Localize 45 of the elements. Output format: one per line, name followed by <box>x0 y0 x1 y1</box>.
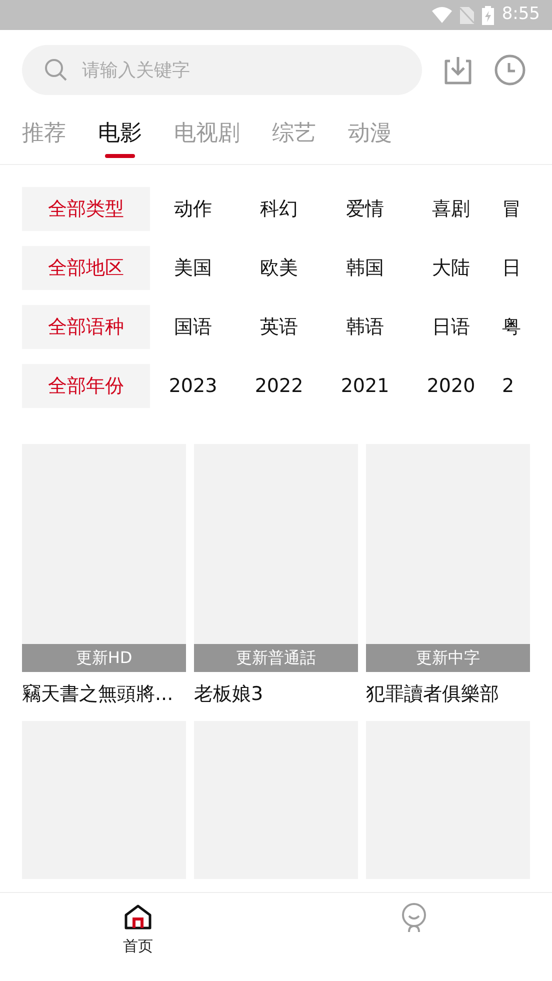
filter-option[interactable]: 全部地区 <box>22 246 150 290</box>
filter-option[interactable]: 英语 <box>236 305 322 349</box>
wifi-icon <box>432 7 452 23</box>
filter-option[interactable]: 2021 <box>322 364 408 408</box>
filter-option[interactable]: 动作 <box>150 187 236 231</box>
filter-option[interactable]: 韩语 <box>322 305 408 349</box>
search-icon <box>44 58 68 82</box>
filter-option[interactable]: 国语 <box>150 305 236 349</box>
movie-title[interactable]: 犯罪讀者俱樂部 <box>366 680 530 708</box>
home-icon <box>123 903 153 931</box>
poster-placeholder[interactable] <box>22 444 186 644</box>
poster-placeholder[interactable] <box>194 444 358 644</box>
filter-option[interactable]: 韩国 <box>322 246 408 290</box>
update-label: 更新普通話 <box>194 644 358 672</box>
filter-option[interactable]: 全部年份 <box>22 364 150 408</box>
filter-option[interactable]: 粤 <box>494 305 552 349</box>
filter-option[interactable]: 喜剧 <box>408 187 494 231</box>
filter-option[interactable]: 全部语种 <box>22 305 150 349</box>
filter-option[interactable]: 科幻 <box>236 187 322 231</box>
update-label: 更新中字 <box>366 644 530 672</box>
filter-option[interactable]: 2022 <box>236 364 322 408</box>
poster-placeholder[interactable] <box>366 444 530 644</box>
download-button[interactable] <box>442 54 474 86</box>
history-button[interactable] <box>494 54 526 86</box>
movie-title[interactable]: 竊天書之無頭將... <box>22 680 186 708</box>
filter-option[interactable]: 冒 <box>494 187 552 231</box>
filter-option[interactable]: 2020 <box>408 364 494 408</box>
update-label: 更新HD <box>22 644 186 672</box>
battery-icon <box>482 6 494 24</box>
filter-option[interactable]: 爱情 <box>322 187 408 231</box>
filter-option[interactable]: 欧美 <box>236 246 322 290</box>
filter-option[interactable]: 日语 <box>408 305 494 349</box>
filter-option[interactable]: 大陆 <box>408 246 494 290</box>
person-icon <box>401 903 427 933</box>
filter-option[interactable]: 2023 <box>150 364 236 408</box>
filter-option[interactable]: 全部类型 <box>22 187 150 231</box>
filter-option[interactable]: 美国 <box>150 246 236 290</box>
no-sim-icon <box>460 6 474 24</box>
clock-text: 8:55 <box>502 3 540 26</box>
filter-option[interactable]: 2 <box>494 364 552 408</box>
filter-option[interactable]: 日 <box>494 246 552 290</box>
search-field[interactable]: 请输入关键字 <box>22 45 422 95</box>
category-tab[interactable]: 电影 <box>98 117 142 164</box>
movie-title[interactable]: 老板娘3 <box>194 680 358 708</box>
nav-tab[interactable]: 首页 <box>0 893 276 981</box>
